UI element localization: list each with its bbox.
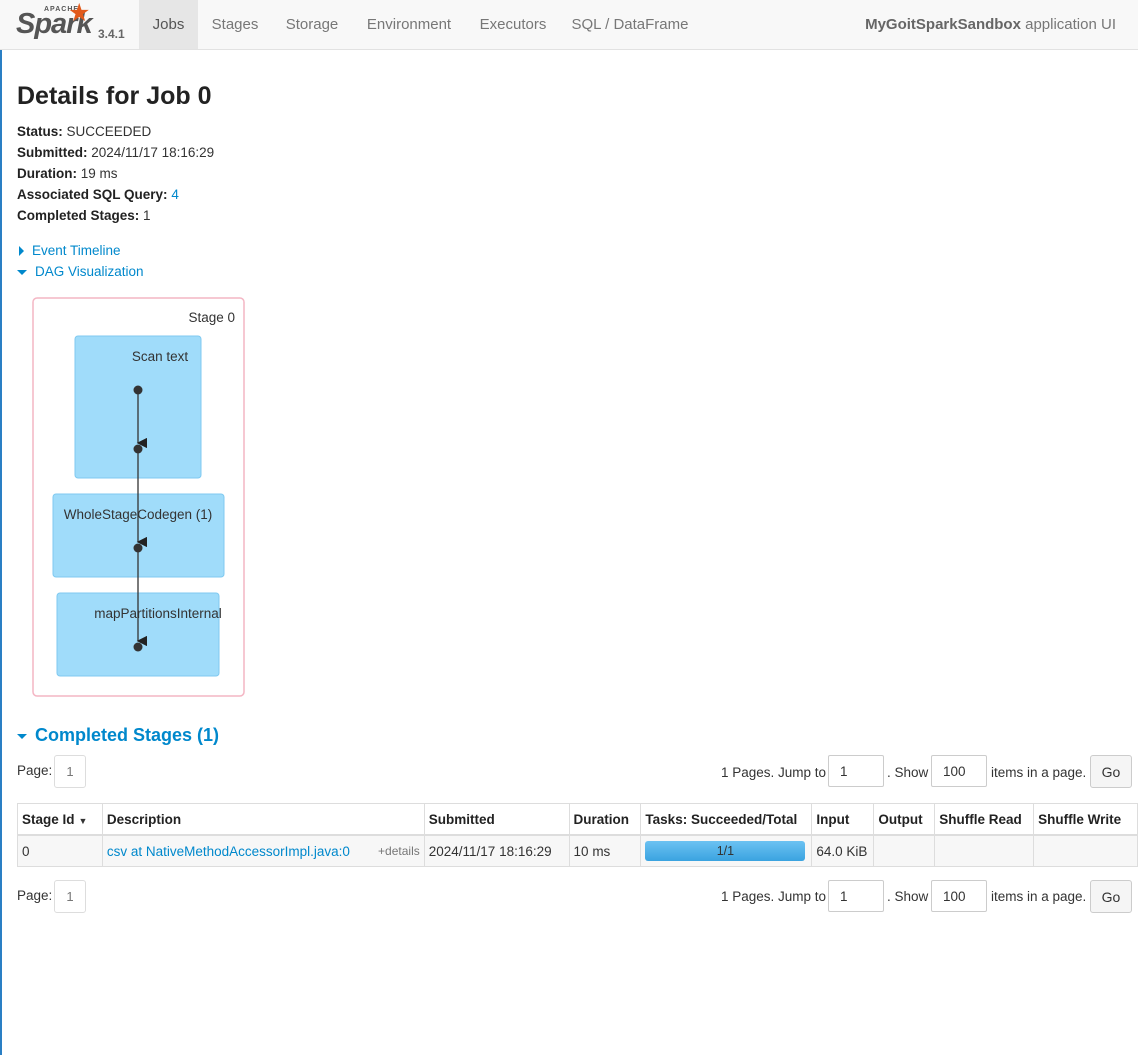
completed-stages-heading-text: Completed Stages (1) [35,725,220,745]
completed-stages-table: Stage Id ▼ Description Submitted Duration… [17,803,1138,867]
tab-jobs[interactable]: Jobs [139,0,198,49]
duration-value: 19 ms [80,166,118,181]
cell-shuffle-read [934,834,1035,867]
dag-visualization-toggle[interactable]: DAG Visualization [17,264,144,279]
submitted-row: Submitted: 2024/11/17 18:16:29 [17,145,214,166]
spark-logo[interactable]: APACHE Spark ★ 3.4.1 [10,0,135,49]
status-row: Status: SUCCEEDED [17,124,214,145]
tab-executors[interactable]: Executors [466,0,560,49]
submitted-value: 2024/11/17 18:16:29 [91,145,215,160]
app-name-suffix: application UI [1025,16,1116,33]
page-title: Details for Job 0 [17,82,212,110]
app-name-bold: MyGoitSparkSandbox [865,16,1021,33]
pages-jump-text-bottom: 1 Pages. Jump to [721,889,827,904]
dag-node-label: Scan text [132,349,189,364]
column-header-label: Stage Id [22,811,75,827]
expand-arrow-icon [19,246,24,257]
completed-stages-row: Completed Stages: 1 [17,208,214,229]
column-header-shuffle-read[interactable]: Shuffle Read [934,803,1035,836]
completed-stages-heading[interactable]: Completed Stages (1) [17,725,219,746]
collapse-arrow-icon [17,733,27,739]
collapse-arrow-icon [17,269,27,275]
page-size-input-bottom[interactable]: 100 [931,880,987,912]
column-header-shuffle-write[interactable]: Shuffle Write [1033,803,1138,836]
completed-stages-link[interactable]: Completed Stages: [17,208,139,223]
application-name: MyGoitSparkSandbox application UI [865,0,1116,49]
dag-rdd-dot[interactable] [133,642,143,652]
sql-query-link[interactable]: 4 [171,187,179,202]
stage-description-link[interactable]: csv at NativeMethodAccessorImpl.java:0 [107,844,350,859]
top-navbar: APACHE Spark ★ 3.4.1 Jobs Stages Storage… [0,0,1138,50]
event-timeline-label: Event Timeline [32,243,121,258]
items-per-page-text-bottom: items in a page. [991,889,1087,904]
cell-submitted: 2024/11/17 18:16:29 [423,834,570,867]
show-text-bottom: . Show [887,889,929,904]
go-button-bottom[interactable]: Go [1090,880,1132,913]
go-button-top[interactable]: Go [1090,755,1132,788]
duration-label: Duration: [17,166,77,181]
items-per-page-text-top: items in a page. [991,765,1087,780]
spark-star-icon: ★ [68,0,91,27]
column-header-input[interactable]: Input [811,803,875,836]
column-header-output[interactable]: Output [873,803,936,836]
column-header-description[interactable]: Description [101,803,425,836]
page-number-button-bottom[interactable]: 1 [54,880,86,913]
pages-jump-text-top: 1 Pages. Jump to [721,765,827,780]
tab-sql-dataframe[interactable]: SQL / DataFrame [560,0,700,49]
sql-query-label: Associated SQL Query: [17,187,168,202]
cell-shuffle-write [1033,834,1138,867]
page-size-input-top[interactable]: 100 [931,755,987,787]
spark-version: 3.4.1 [98,27,125,41]
cell-duration: 10 ms [568,834,642,867]
tasks-progress-bar: 1/1 [645,841,806,861]
submitted-label: Submitted: [17,145,88,160]
tab-stages[interactable]: Stages [198,0,272,49]
dag-rdd-dot[interactable] [133,543,143,553]
dag-rdd-dot[interactable] [133,385,143,395]
completed-stages-count: 1 [143,208,151,223]
dag-graph: Stage 0 Scan text WholeStageCodegen (1) … [32,297,245,697]
column-header-submitted[interactable]: Submitted [423,803,570,836]
duration-row: Duration: 19 ms [17,166,214,187]
page-number-button-top[interactable]: 1 [54,755,86,788]
pager-label-top: Page: [17,763,53,778]
cell-stage-id: 0 [17,834,103,867]
dag-rdd-dot[interactable] [133,444,143,454]
expand-details-button[interactable]: +details [378,844,420,858]
left-accent-bar [0,0,2,1055]
cell-output [873,834,936,867]
column-header-stage-id[interactable]: Stage Id ▼ [17,803,103,836]
table-row: 0 csv at NativeMethodAccessorImpl.java:0… [17,834,1138,867]
sql-query-row: Associated SQL Query: 4 [17,187,214,208]
tab-storage[interactable]: Storage [272,0,352,49]
dag-visualization-label: DAG Visualization [35,264,144,279]
sort-descending-icon: ▼ [78,815,88,826]
column-header-duration[interactable]: Duration [568,803,642,836]
show-text-top: . Show [887,765,929,780]
status-label: Status: [17,124,63,139]
cell-input: 64.0 KiB [811,834,875,867]
status-value: SUCCEEDED [66,124,152,139]
dag-node-label: mapPartitionsInternal [94,606,222,621]
tab-environment[interactable]: Environment [352,0,466,49]
dag-stage-label: Stage 0 [188,310,235,325]
cell-tasks: 1/1 [640,834,813,867]
jump-to-page-input-bottom[interactable]: 1 [828,880,884,912]
column-header-tasks[interactable]: Tasks: Succeeded/Total [640,803,813,836]
event-timeline-toggle[interactable]: Event Timeline [17,243,121,258]
jump-to-page-input-top[interactable]: 1 [828,755,884,787]
cell-description: csv at NativeMethodAccessorImpl.java:0 +… [101,834,425,867]
pager-label-bottom: Page: [17,888,53,903]
job-summary: Status: SUCCEEDED Submitted: 2024/11/17 … [17,124,214,229]
table-header-row: Stage Id ▼ Description Submitted Duration… [17,803,1138,836]
